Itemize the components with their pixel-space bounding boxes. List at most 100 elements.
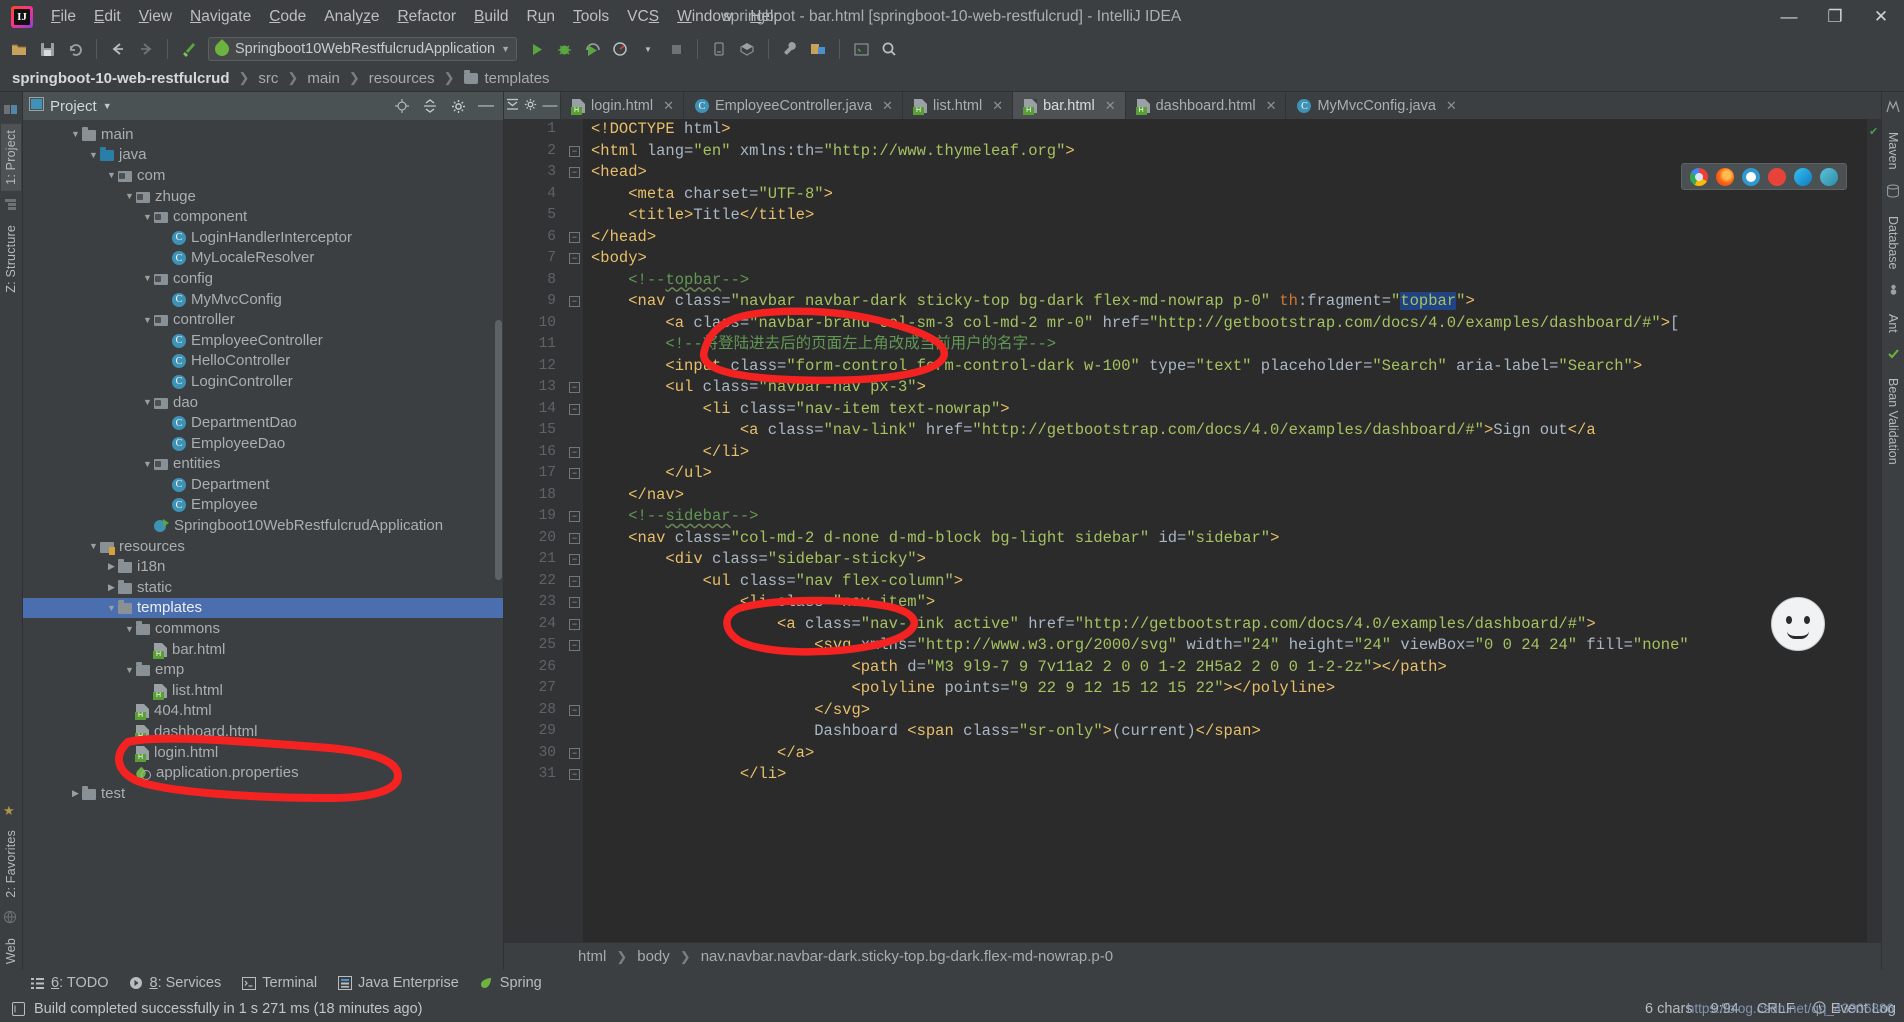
tree-expander[interactable]: ▶ [105,560,118,573]
menu-build[interactable]: Build [465,4,517,30]
run-configuration-selector[interactable]: Springboot10WebRestfulcrudApplication ▼ [208,37,518,61]
menu-window[interactable]: Window [668,4,741,30]
collapse-icon[interactable] [506,98,518,114]
code-line[interactable]: <nav class="col-md-2 d-none d-md-block b… [591,528,1867,550]
fold-marker[interactable]: − [569,167,580,178]
tree-node[interactable]: ▼ java [23,145,503,166]
hide-editor-icon[interactable]: — [543,98,558,113]
code-line[interactable]: <svg xmlns="http://www.w3.org/2000/svg" … [591,635,1867,657]
run-with-coverage-icon[interactable] [579,36,605,62]
editor-tab[interactable]: C MyMvcConfig.java ✕ [1285,92,1465,119]
tree-node[interactable]: ▶application.properties [23,762,503,783]
tree-node[interactable]: ▶CEmployeeController [23,330,503,351]
fold-marker[interactable]: − [569,554,580,565]
fold-marker[interactable]: − [569,382,580,393]
sdk-manager-icon[interactable] [734,36,760,62]
structure-strip-icon[interactable] [3,197,19,213]
fold-marker[interactable]: − [569,296,580,307]
tree-node[interactable]: ▼ resources [23,536,503,557]
tree-node[interactable]: ▶CEmployeeDao [23,433,503,454]
code-line[interactable]: <a class="nav-link active" href="http://… [591,614,1867,636]
tree-expander[interactable]: ▶ [69,787,82,800]
code-line[interactable]: <title>Title</title> [591,205,1867,227]
tree-expander[interactable]: ▼ [141,396,154,409]
tree-node[interactable]: ▶ i18n [23,556,503,577]
tree-node[interactable]: ▶CMyLocaleResolver [23,248,503,269]
menu-view[interactable]: View [130,4,181,30]
tree-node[interactable]: ▶CDepartmentDao [23,412,503,433]
breadcrumb-item-main[interactable]: main [307,70,340,87]
tree-node[interactable]: ▼ emp [23,659,503,680]
code-line[interactable]: <body> [591,248,1867,270]
editor-breadcrumb-body[interactable]: body [637,948,670,965]
editor-tab[interactable]: dashboard.html ✕ [1124,92,1286,119]
code-line[interactable]: <path d="M3 9l9-7 9 7v11a2 2 0 0 1-2 2H5… [591,657,1867,679]
fold-marker[interactable]: − [569,145,580,157]
collapse-all-icon[interactable] [419,95,441,117]
bean-validation-icon[interactable] [1887,347,1900,364]
sidebar-tab-favorites[interactable]: 2: Favorites [1,824,21,904]
editor-tab[interactable]: bar.html ✕ [1012,92,1125,119]
code-line[interactable]: <!--topbar--> [591,270,1867,292]
fold-marker[interactable]: − [569,597,580,608]
tree-node[interactable]: ▶CEmployee [23,495,503,516]
tree-expander[interactable]: ▼ [105,169,118,182]
maximize-button[interactable]: ❐ [1812,0,1858,33]
tree-node[interactable]: ▶CDepartment [23,474,503,495]
tree-node[interactable]: ▶404.html [23,701,503,722]
fold-marker[interactable]: − [569,446,580,458]
breadcrumb-item-src[interactable]: src [258,70,278,87]
code-line[interactable]: </head> [591,227,1867,249]
tree-expander[interactable]: ▼ [123,663,136,676]
menu-run[interactable]: Run [518,4,564,30]
fold-marker[interactable]: − [569,747,580,759]
code-line[interactable]: <ul class="nav flex-column"> [591,571,1867,593]
close-icon[interactable]: ✕ [1446,98,1457,114]
profile-icon[interactable] [607,36,633,62]
code-line[interactable]: <li class="nav-item text-nowrap"> [591,399,1867,421]
menu-help[interactable]: Help [741,4,791,30]
project-tree-scrollbar[interactable] [495,320,502,580]
maven-icon[interactable] [1886,100,1900,118]
opera-icon[interactable] [1768,167,1786,186]
tree-node[interactable]: ▶ test [23,783,503,804]
tree-expander[interactable]: ▼ [123,190,136,203]
code-content[interactable]: <!DOCTYPE html> <html lang="en" xmlns:th=… [583,119,1867,942]
fold-marker[interactable]: − [569,511,580,522]
back-icon[interactable] [105,36,131,62]
code-line[interactable]: <head> [591,162,1867,184]
project-tree[interactable]: ▼main▼java▼com▼zhuge▼component▶CLoginHan… [23,120,503,970]
fold-marker[interactable]: − [569,640,580,651]
fold-marker[interactable]: − [569,575,580,587]
fold-marker[interactable]: − [569,532,580,544]
tool-button-spring[interactable]: Spring [479,975,542,991]
code-line[interactable]: <li class="nav-item"> [591,592,1867,614]
tree-node[interactable]: ▼ dao [23,392,503,413]
menu-vcs[interactable]: VCS [618,4,668,30]
editor-inspection-gutter[interactable]: ✔ [1867,119,1881,942]
menu-analyze[interactable]: Analyze [315,4,388,30]
code-line[interactable]: </nav> [591,485,1867,507]
web-globe-icon[interactable] [3,910,19,926]
tool-button-terminal[interactable]: Terminal [241,975,317,991]
editor-tab[interactable]: login.html ✕ [560,92,683,119]
code-line[interactable]: <div class="sidebar-sticky"> [591,549,1867,571]
forward-icon[interactable] [133,36,159,62]
stop-icon[interactable] [663,36,689,62]
code-line[interactable]: <a class="navbar-brand col-sm-3 col-md-2… [591,313,1867,335]
fold-marker[interactable]: − [569,769,580,780]
device-manager-icon[interactable] [706,36,732,62]
open-folder-icon[interactable] [6,36,32,62]
sidebar-tab-web[interactable]: Web [1,932,21,970]
tree-node[interactable]: ▼ component [23,206,503,227]
sidebar-tab-maven[interactable]: Maven [1886,132,1900,170]
save-icon[interactable] [34,36,60,62]
editor-tab[interactable]: list.html ✕ [902,92,1012,119]
code-line[interactable]: </li> [591,442,1867,464]
sidebar-tab-project[interactable]: 1: Project [1,124,21,191]
code-line[interactable]: <meta charset="UTF-8"> [591,184,1867,206]
sidebar-tab-bean-validation[interactable]: Bean Validation [1886,378,1900,465]
code-line[interactable]: Dashboard <span class="sr-only">(current… [591,721,1867,743]
tree-node[interactable]: ▼ templates [23,597,503,619]
tree-node[interactable]: ▶dashboard.html [23,721,503,742]
